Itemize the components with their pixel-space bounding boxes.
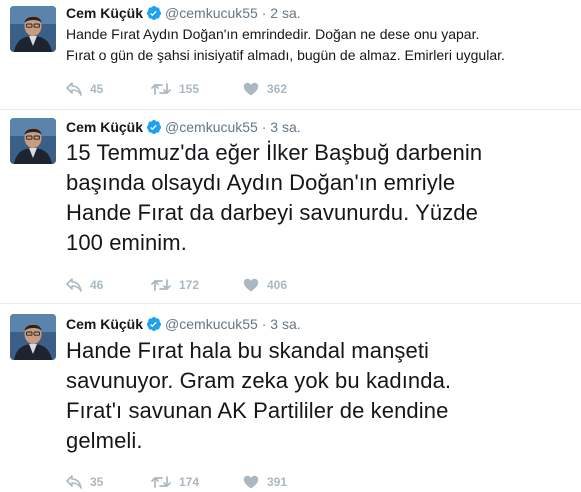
- heart-icon: [243, 82, 259, 96]
- author-handle[interactable]: @cemkucuk55: [165, 316, 258, 332]
- reply-count: 35: [90, 475, 104, 489]
- separator-dot: ·: [261, 5, 267, 21]
- retweet-button[interactable]: 155: [151, 82, 243, 96]
- like-button[interactable]: 362: [243, 82, 333, 96]
- verified-badge-icon: [146, 316, 162, 337]
- avatar-image: [10, 6, 56, 52]
- like-button[interactable]: 391: [243, 475, 333, 489]
- retweet-count: 174: [179, 475, 200, 489]
- retweet-button[interactable]: 172: [151, 278, 243, 292]
- retweet-icon: [151, 476, 171, 488]
- tweet[interactable]: Cem Küçük @cemkucuk55 · 3 sa. Hande Fırat…: [0, 304, 581, 492]
- author-name[interactable]: Cem Küçük: [66, 316, 143, 332]
- reply-button[interactable]: 46: [66, 278, 151, 292]
- like-button[interactable]: 406: [243, 278, 333, 292]
- retweet-count: 155: [179, 82, 200, 96]
- tweet-header: Cem Küçük @cemkucuk55 · 3 sa.: [66, 117, 301, 137]
- reply-button[interactable]: 35: [66, 475, 151, 489]
- author-name[interactable]: Cem Küçük: [66, 119, 143, 135]
- retweet-icon: [151, 83, 171, 95]
- tweet-text: Hande Fırat Aydın Doğan'ın emrindedir. D…: [66, 26, 505, 63]
- tweet-actions: 45 155 362: [66, 80, 333, 98]
- heart-icon: [243, 278, 259, 292]
- like-count: 362: [267, 82, 288, 96]
- avatar-image: [10, 314, 56, 360]
- tweet-header: Cem Küçük @cemkucuk55 · 2 sa.: [66, 3, 301, 23]
- reply-icon: [66, 278, 82, 292]
- avatar[interactable]: [10, 314, 56, 360]
- tweet-actions: 46 172 406: [66, 276, 333, 294]
- verified-badge-icon: [146, 119, 162, 140]
- retweet-icon: [151, 279, 171, 291]
- author-handle[interactable]: @cemkucuk55: [165, 5, 258, 21]
- tweet[interactable]: Cem Küçük @cemkucuk55 · 2 sa. Hande Fırat…: [0, 0, 581, 110]
- separator-dot: ·: [261, 119, 267, 135]
- timestamp[interactable]: 3 sa.: [270, 119, 300, 135]
- tweet[interactable]: Cem Küçük @cemkucuk55 · 3 sa. 15 Temmuz'd…: [0, 110, 581, 304]
- separator-dot: ·: [261, 316, 267, 332]
- retweet-button[interactable]: 174: [151, 475, 243, 489]
- like-count: 406: [267, 278, 288, 292]
- reply-count: 46: [90, 278, 104, 292]
- tweet-actions: 35 174 391: [66, 473, 333, 491]
- tweet-header: Cem Küçük @cemkucuk55 · 3 sa.: [66, 314, 301, 334]
- reply-button[interactable]: 45: [66, 82, 151, 96]
- avatar-image: [10, 118, 56, 164]
- avatar[interactable]: [10, 118, 56, 164]
- timestamp[interactable]: 3 sa.: [270, 316, 300, 332]
- like-count: 391: [267, 475, 288, 489]
- reply-count: 45: [90, 82, 104, 96]
- tweet-text: 15 Temmuz'da eğer İlker Başbuğ darbenin …: [66, 140, 483, 255]
- reply-icon: [66, 475, 82, 489]
- author-handle[interactable]: @cemkucuk55: [165, 119, 258, 135]
- timestamp[interactable]: 2 sa.: [270, 5, 300, 21]
- tweet-text: Hande Fırat hala bu skandal manşeti savu…: [66, 338, 452, 453]
- retweet-count: 172: [179, 278, 200, 292]
- avatar[interactable]: [10, 6, 56, 52]
- heart-icon: [243, 475, 259, 489]
- author-name[interactable]: Cem Küçük: [66, 5, 143, 21]
- verified-badge-icon: [146, 5, 162, 26]
- reply-icon: [66, 82, 82, 96]
